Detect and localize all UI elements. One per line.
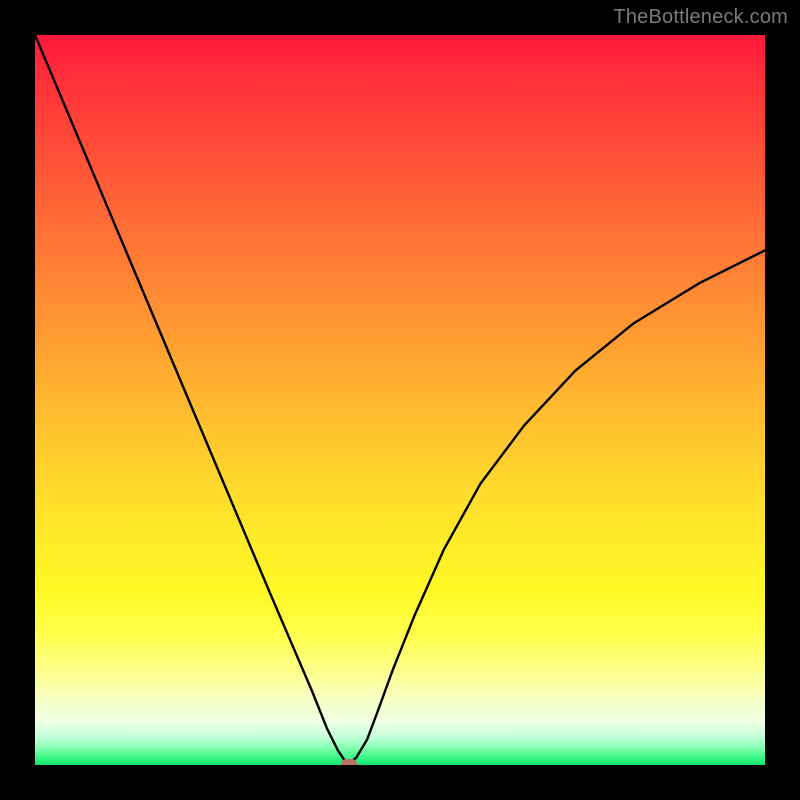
min-marker [341, 759, 357, 765]
chart-frame: TheBottleneck.com [0, 0, 800, 800]
watermark-text: TheBottleneck.com [613, 6, 788, 29]
curve-layer [35, 35, 765, 765]
bottleneck-curve [35, 35, 765, 764]
plot-area [35, 35, 765, 765]
